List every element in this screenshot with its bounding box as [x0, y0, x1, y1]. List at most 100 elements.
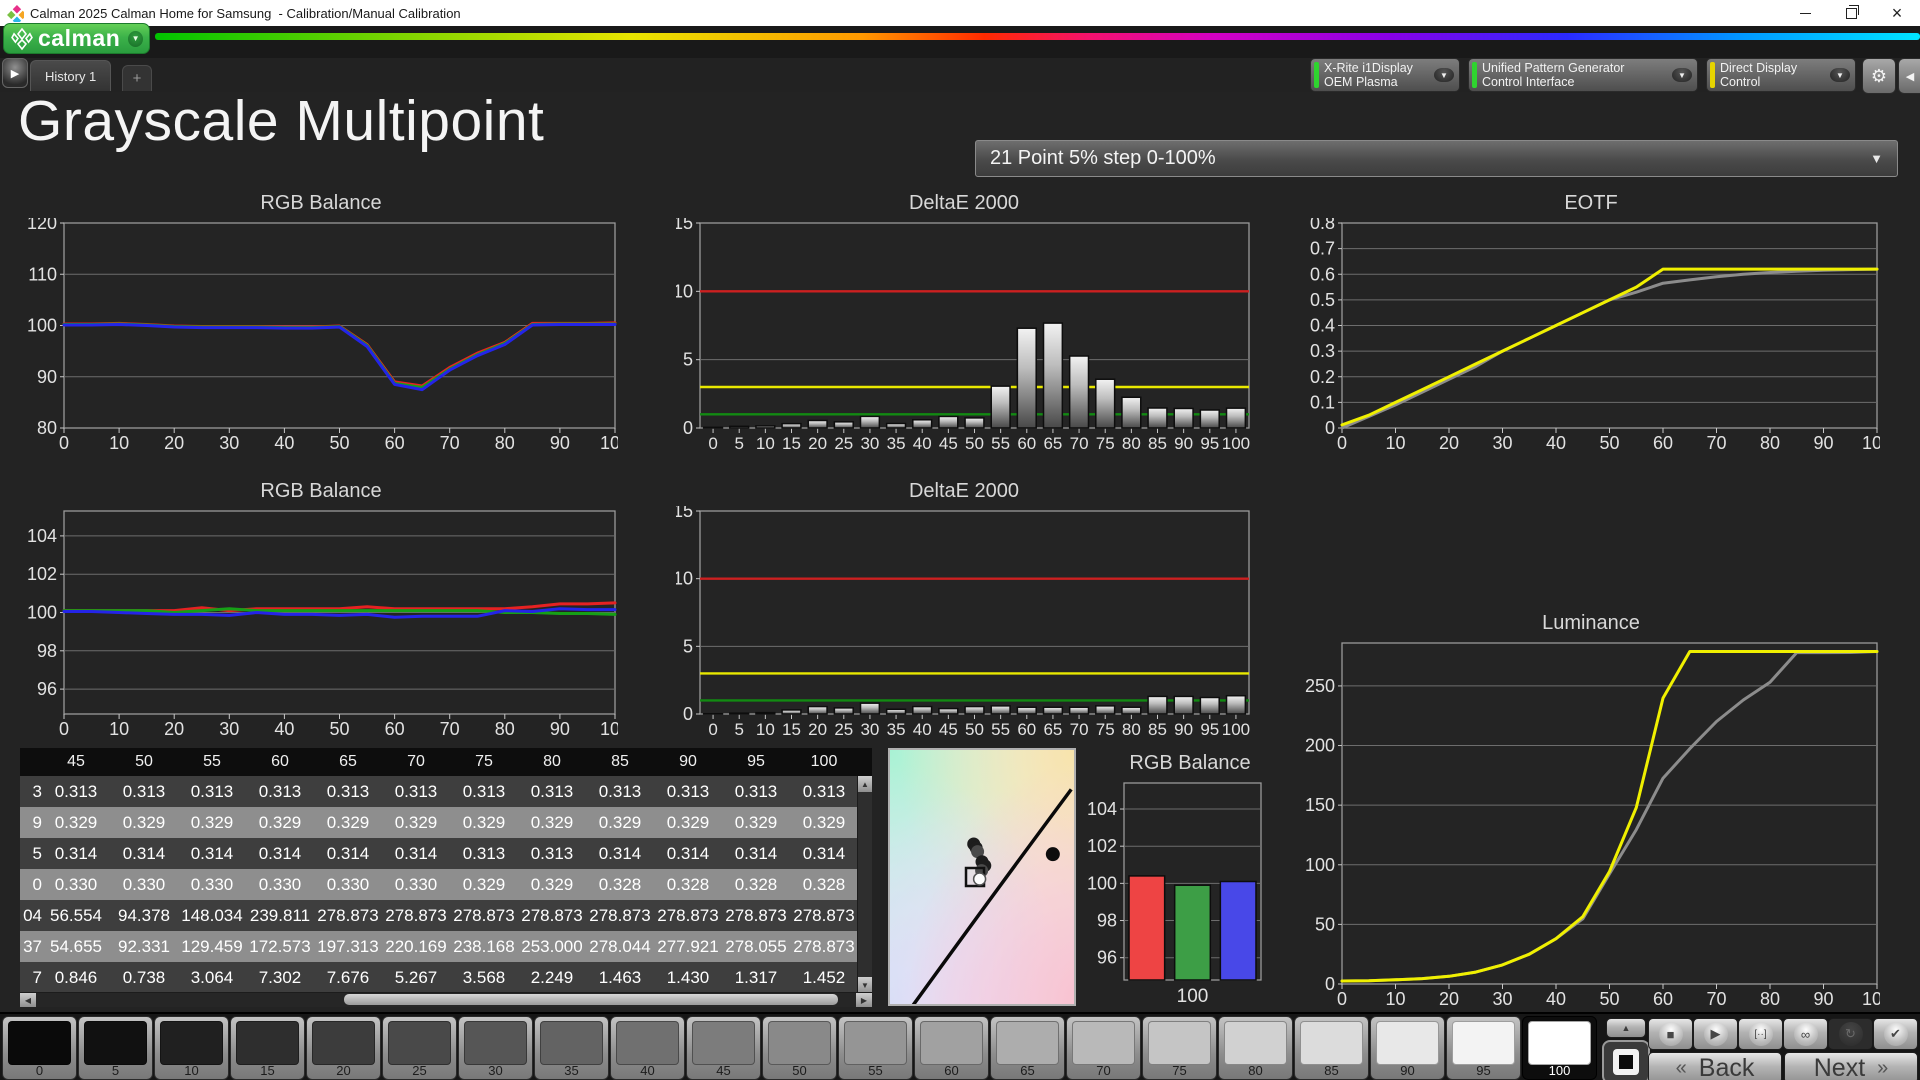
patch-label: 45: [687, 1063, 760, 1078]
chart-title: EOTF: [1302, 192, 1880, 218]
svg-text:65: 65: [1043, 720, 1062, 736]
refresh-button[interactable]: ↻: [1828, 1018, 1873, 1050]
gray-patch-button-60[interactable]: 60: [914, 1016, 989, 1080]
svg-text:100: 100: [1222, 434, 1250, 450]
column-header: 85: [586, 748, 654, 776]
table-cell: 0.329: [790, 807, 858, 838]
svg-text:10: 10: [1385, 989, 1405, 1006]
table-cell: 0.313: [518, 838, 586, 869]
svg-text:100: 100: [1862, 989, 1880, 1006]
gray-patch-button-25[interactable]: 25: [382, 1016, 457, 1080]
calman-menu-button[interactable]: calman ▼: [3, 23, 150, 54]
table-cell: 0.329: [518, 869, 586, 900]
minimize-button[interactable]: [1782, 0, 1828, 26]
close-button[interactable]: ×: [1874, 0, 1920, 26]
stop-button[interactable]: ■: [1648, 1018, 1693, 1050]
svg-text:20: 20: [808, 720, 827, 736]
gray-patch-button-30[interactable]: 30: [458, 1016, 533, 1080]
gray-patch-button-85[interactable]: 85: [1294, 1016, 1369, 1080]
gray-patch-button-55[interactable]: 55: [838, 1016, 913, 1080]
table-horizontal-scrollbar[interactable]: ◀ ▶: [20, 992, 872, 1007]
svg-text:15: 15: [676, 218, 693, 233]
display-control-dropdown[interactable]: Direct Display Control ▼: [1706, 58, 1856, 92]
play-button[interactable]: ▶: [1693, 1018, 1738, 1050]
patch-label: 20: [307, 1063, 380, 1078]
svg-text:50: 50: [965, 720, 984, 736]
table-cell: 0.314: [178, 838, 246, 869]
pattern-window-icon: [1613, 1049, 1639, 1075]
accept-button[interactable]: ✔: [1873, 1018, 1918, 1050]
scroll-left-icon[interactable]: ◀: [20, 993, 36, 1007]
svg-text:75: 75: [1096, 434, 1115, 450]
gray-patch-button-45[interactable]: 45: [686, 1016, 761, 1080]
gray-patch-button-100[interactable]: 100: [1522, 1016, 1597, 1080]
gray-patch-button-15[interactable]: 15: [230, 1016, 305, 1080]
scroll-right-icon[interactable]: ▶: [856, 993, 872, 1007]
gray-patch-button-95[interactable]: 95: [1446, 1016, 1521, 1080]
logo-dropdown-icon[interactable]: ▼: [128, 31, 143, 47]
table-vertical-scrollbar[interactable]: ▲ ▼: [857, 776, 872, 993]
maximize-button[interactable]: [1828, 0, 1874, 26]
patch-swatch: [160, 1021, 223, 1065]
svg-text:0.2: 0.2: [1310, 367, 1335, 387]
workflow-expander-button[interactable]: ▶: [2, 58, 28, 88]
table-cell: 0.313: [790, 776, 858, 807]
gray-patch-button-80[interactable]: 80: [1218, 1016, 1293, 1080]
gray-patch-button-20[interactable]: 20: [306, 1016, 381, 1080]
svg-text:0.4: 0.4: [1310, 316, 1335, 336]
luminance-chart: Luminance 050100150200250010203040506070…: [1302, 612, 1880, 1011]
gray-patch-button-90[interactable]: 90: [1370, 1016, 1445, 1080]
settings-button[interactable]: ⚙: [1862, 58, 1896, 94]
gray-patch-button-50[interactable]: 50: [762, 1016, 837, 1080]
table-cell: 238.168: [450, 931, 518, 962]
next-button[interactable]: Next »: [1784, 1052, 1918, 1080]
pattern-dropdown-label: Unified Pattern Generator Control Interf…: [1482, 61, 1667, 90]
scroll-up-icon[interactable]: ▲: [858, 776, 872, 792]
gray-patch-button-35[interactable]: 35: [534, 1016, 609, 1080]
svg-text:15: 15: [782, 720, 801, 736]
table-cell: 220.169: [382, 931, 450, 962]
svg-text:80: 80: [1760, 433, 1780, 450]
gray-patch-button-10[interactable]: 10: [154, 1016, 229, 1080]
svg-text:80: 80: [495, 433, 515, 450]
svg-text:50: 50: [1599, 433, 1619, 450]
rgb-balance-top-plot: 80901001101200102030405060708090100: [24, 218, 618, 450]
table-cell: 0.313: [314, 776, 382, 807]
continuous-button[interactable]: ∞: [1783, 1018, 1828, 1050]
meter-dropdown[interactable]: X-Rite i1Display OEM Plasma ▼: [1310, 58, 1460, 92]
table-cell: 172.573: [246, 931, 314, 962]
table-cell: 278.873: [586, 900, 654, 931]
back-button[interactable]: « Back: [1648, 1052, 1782, 1080]
gray-patch-button-40[interactable]: 40: [610, 1016, 685, 1080]
pattern-window-button[interactable]: [1602, 1040, 1650, 1080]
gray-patch-button-5[interactable]: 5: [78, 1016, 153, 1080]
table-row: 50.3140.3140.3140.3140.3140.3140.3130.31…: [20, 838, 872, 869]
svg-text:0: 0: [683, 704, 693, 724]
table-cell: 0.313: [246, 776, 314, 807]
svg-text:10: 10: [109, 719, 129, 736]
column-header: 80: [518, 748, 586, 776]
svg-text:0.6: 0.6: [1310, 264, 1335, 284]
tab-history-1[interactable]: History 1: [30, 60, 111, 91]
column-header: 70: [382, 748, 450, 776]
svg-text:80: 80: [1122, 434, 1141, 450]
patch-label: 10: [155, 1063, 228, 1078]
patch-label: 5: [79, 1063, 152, 1078]
gray-patch-button-70[interactable]: 70: [1066, 1016, 1141, 1080]
svg-text:10: 10: [676, 281, 693, 301]
pattern-generator-dropdown[interactable]: Unified Pattern Generator Control Interf…: [1468, 58, 1698, 92]
point-layout-dropdown[interactable]: 21 Point 5% step 0-100% ▼: [975, 140, 1898, 177]
table-cell: 0.329: [382, 807, 450, 838]
scrollbar-thumb[interactable]: [344, 994, 838, 1005]
gray-patch-button-0[interactable]: 0: [2, 1016, 77, 1080]
svg-text:0: 0: [1337, 989, 1347, 1006]
gray-patch-button-65[interactable]: 65: [990, 1016, 1065, 1080]
collapse-panel-button[interactable]: ◀: [1898, 58, 1920, 94]
scroll-down-icon[interactable]: ▼: [858, 977, 872, 993]
table-cell: 278.873: [722, 900, 790, 931]
patch-scroll-up-button[interactable]: ▲: [1606, 1018, 1646, 1038]
measure-button[interactable]: [··]: [1738, 1018, 1783, 1050]
add-tab-icon: +: [133, 70, 142, 87]
table-cell: 0.329: [654, 807, 722, 838]
gray-patch-button-75[interactable]: 75: [1142, 1016, 1217, 1080]
